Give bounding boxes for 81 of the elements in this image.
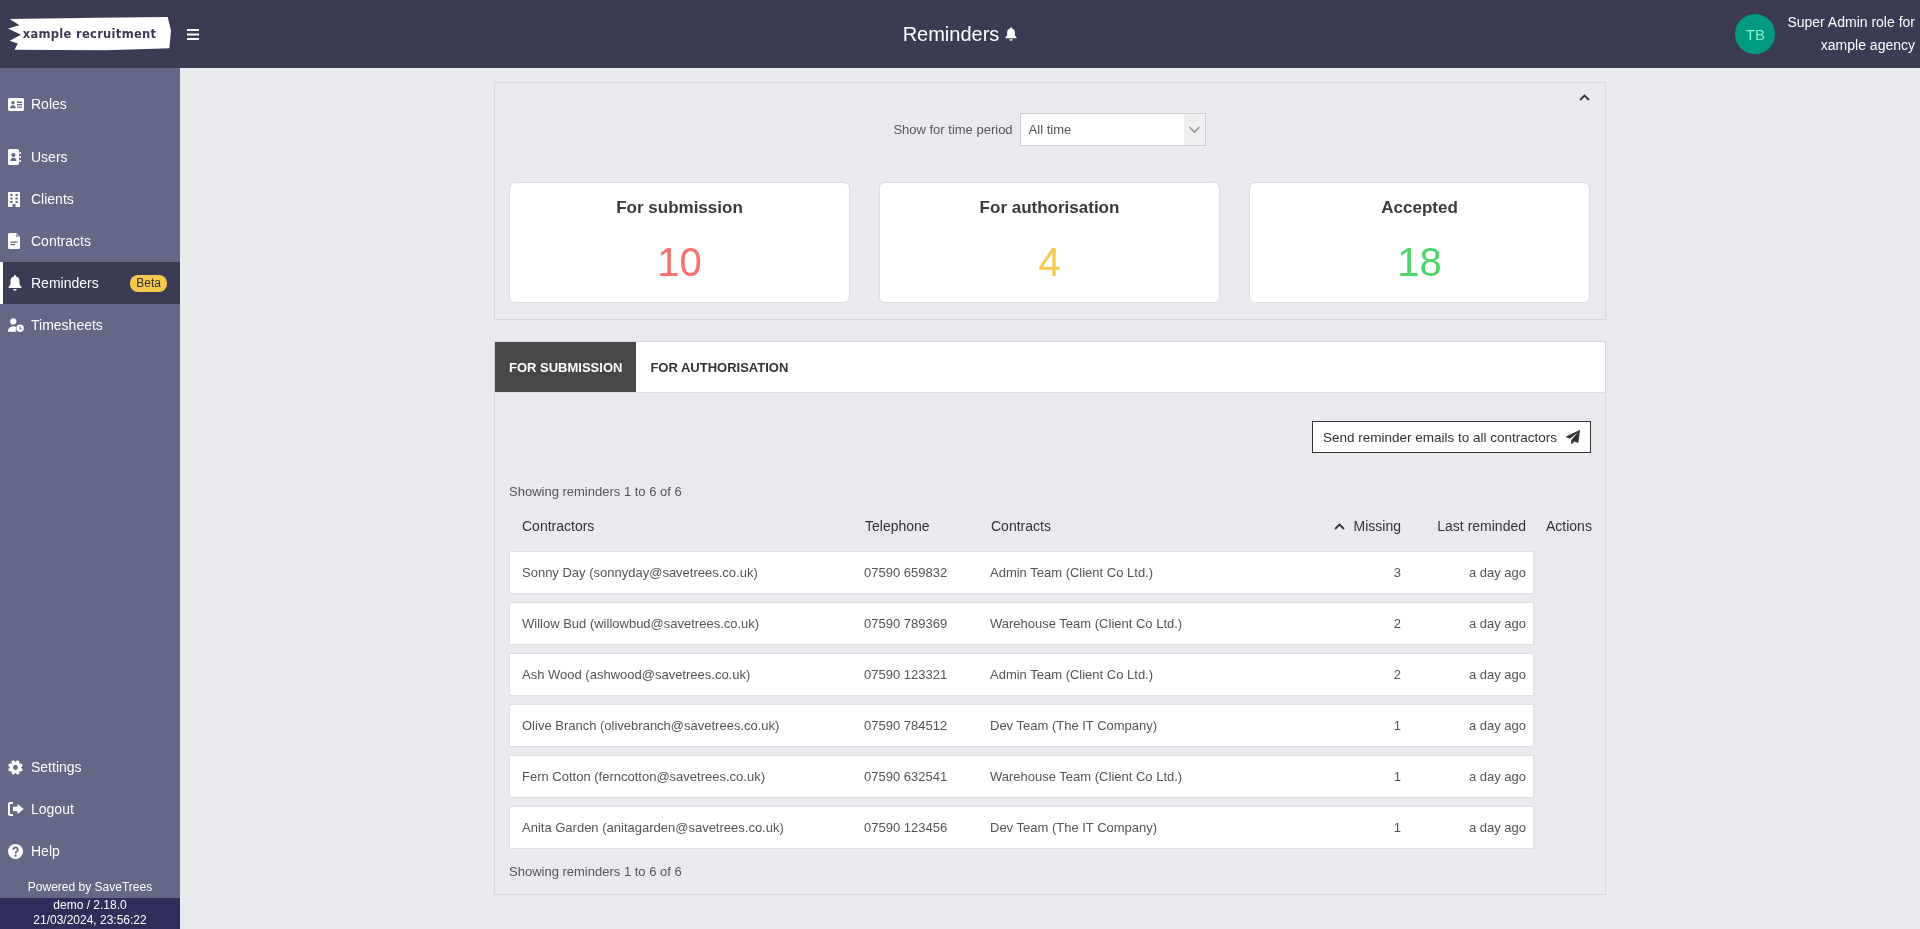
table-cell-text: Dev Team (The IT Company) <box>989 820 1159 835</box>
document-icon <box>8 233 20 249</box>
filter-label: Show for time period <box>893 122 1013 137</box>
table-cell-text: a day ago <box>1467 769 1527 784</box>
table-cell-text: 07590 123456 <box>863 820 949 835</box>
table-cell-text: Admin Team (Client Co Ltd.) <box>989 667 1155 682</box>
results-summary: Showing reminders 1 to 6 of 6 <box>509 483 683 501</box>
logo[interactable]: xample recruitment <box>8 17 171 51</box>
table-cell-text: Dev Team (The IT Company) <box>989 718 1159 733</box>
column-header[interactable]: Contractors <box>509 518 852 534</box>
table-cell-text: a day ago <box>1467 667 1527 682</box>
column-header[interactable]: Telephone <box>852 518 978 534</box>
sidebar-item[interactable]: Roles <box>0 83 180 125</box>
table-cell-text: Fern Cotton (ferncotton@savetrees.co.uk) <box>521 769 766 784</box>
card-title: For authorisation <box>979 197 1120 219</box>
table-cell-text: 2 <box>1392 667 1402 682</box>
table-cell-text: 07590 784512 <box>863 718 949 733</box>
sidebar-item[interactable]: Reminders Beta <box>0 262 180 304</box>
table-cell-text: Willow Bud (willowbud@savetrees.co.uk) <box>521 616 761 631</box>
card-title: For submission <box>616 197 743 219</box>
column-header[interactable]: Last reminded <box>1413 518 1534 534</box>
powered-by-text: Powered by SaveTrees <box>26 879 154 896</box>
stat-value: 10 <box>657 239 702 286</box>
menu-icon[interactable] <box>187 28 199 40</box>
table-cell-text: Olive Branch (olivebranch@savetrees.co.uk) <box>521 718 781 733</box>
settings-icon <box>8 759 23 775</box>
table-cell-text: 07590 123321 <box>863 667 949 682</box>
card-title: Accepted <box>1381 197 1458 219</box>
sign-out-icon <box>8 802 24 816</box>
sidebar-item[interactable]: Timesheets <box>0 304 180 346</box>
sidebar-item[interactable]: Contracts <box>0 220 180 262</box>
stat-value: 18 <box>1397 239 1442 286</box>
chevron-up-icon <box>1333 522 1345 530</box>
send-reminders-button[interactable]: Send reminder emails to all contractors <box>1311 421 1591 453</box>
table-cell-text: 07590 659832 <box>863 565 949 580</box>
id-card-icon <box>8 97 24 111</box>
help-icon <box>8 843 23 859</box>
column-header[interactable]: Actions <box>1534 518 1595 534</box>
table-cell-text: 1 <box>1392 820 1402 835</box>
table-cell-text: a day ago <box>1467 820 1527 835</box>
paper-plane-icon <box>1566 430 1580 444</box>
table-cell-text: a day ago <box>1467 565 1527 580</box>
contact-book-icon <box>8 149 21 165</box>
sidebar-item[interactable]: Clients <box>0 178 180 220</box>
table-cell-text: 07590 632541 <box>863 769 949 784</box>
page-title: Reminders <box>902 22 1000 46</box>
sidebar-item[interactable]: Help <box>0 830 180 872</box>
column-header[interactable]: Missing <box>1290 518 1413 534</box>
table-cell-text: Anita Garden (anitagarden@savetrees.co.uk) <box>521 820 785 835</box>
chevron-up-icon[interactable] <box>1579 93 1590 101</box>
table-cell-text: Admin Team (Client Co Ltd.) <box>989 565 1155 580</box>
user-clock-icon <box>8 317 24 333</box>
timestamp-text: 21/03/2024, 23:56:22 <box>33 913 147 928</box>
sidebar-item[interactable]: Users <box>0 136 180 178</box>
tab[interactable]: FOR SUBMISSION <box>495 342 637 392</box>
agency-name: xample agency <box>1820 36 1915 55</box>
table-cell-text: Warehouse Team (Client Co Ltd.) <box>989 616 1184 631</box>
bell-icon <box>1005 27 1018 41</box>
column-header[interactable]: Contracts <box>978 518 1290 534</box>
table-cell-text: Warehouse Team (Client Co Ltd.) <box>989 769 1184 784</box>
table-cell-text: a day ago <box>1467 718 1527 733</box>
sidebar-item[interactable]: Settings <box>0 746 180 788</box>
tab[interactable]: FOR AUTHORISATION <box>636 342 803 392</box>
table-cell-text: 2 <box>1392 616 1402 631</box>
table-cell-text: 1 <box>1392 769 1402 784</box>
time-period-select[interactable]: All time <box>1019 113 1206 146</box>
table-cell-text: 1 <box>1392 718 1402 733</box>
caret-down-icon <box>1183 114 1205 145</box>
table-cell-text: Ash Wood (ashwood@savetrees.co.uk) <box>521 667 752 682</box>
building-icon <box>8 191 20 207</box>
table-cell-text: 3 <box>1392 565 1402 580</box>
table-cell-text: 07590 789369 <box>863 616 949 631</box>
table-cell-text: a day ago <box>1467 616 1527 631</box>
stat-value: 4 <box>1038 239 1061 286</box>
version-text: demo / 2.18.0 <box>53 898 127 913</box>
results-summary: Showing reminders 1 to 6 of 6 <box>509 863 683 881</box>
beta-badge: Beta <box>130 274 167 292</box>
bell-icon <box>8 275 22 291</box>
sidebar-item[interactable]: Logout <box>0 788 180 830</box>
table-cell-text: Sonny Day (sonnyday@savetrees.co.uk) <box>521 565 759 580</box>
user-role-text: Super Admin role for <box>1787 13 1915 32</box>
